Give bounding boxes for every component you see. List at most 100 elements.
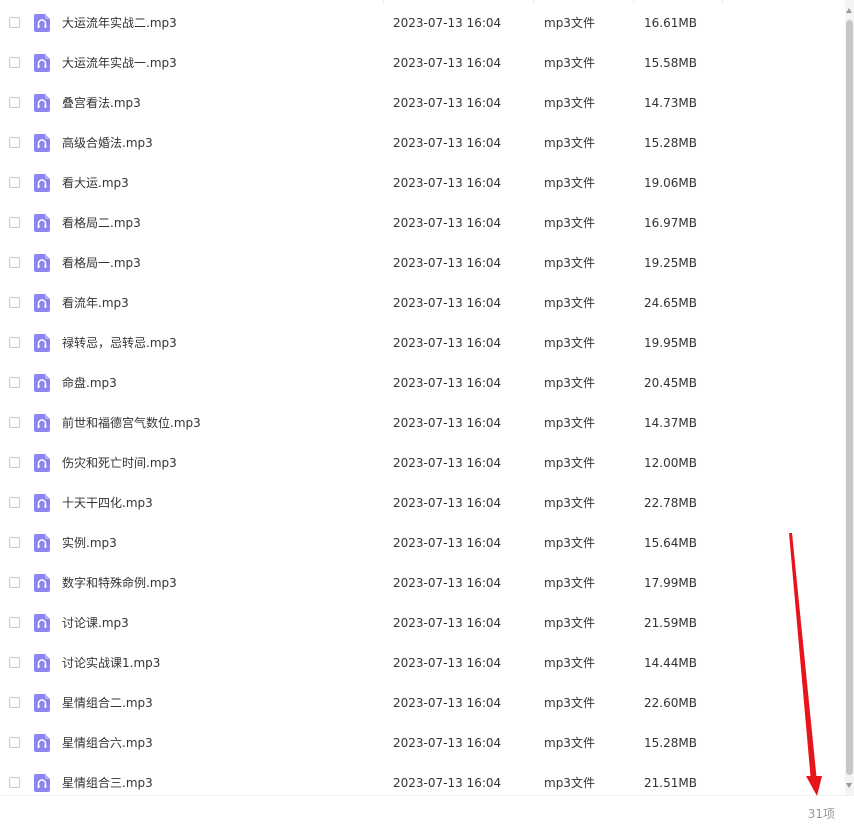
file-name[interactable]: 数字和特殊命例.mp3 (62, 563, 177, 603)
row-checkbox[interactable] (9, 657, 20, 668)
row-checkbox[interactable] (9, 337, 20, 348)
audio-file-icon (34, 254, 50, 272)
file-name[interactable]: 讨论实战课1.mp3 (62, 643, 160, 683)
file-name[interactable]: 看大运.mp3 (62, 163, 129, 203)
file-size: 12.00MB (644, 456, 697, 470)
file-size: 19.95MB (644, 336, 697, 350)
table-row[interactable]: 看格局一.mp3 2023-07-13 16:04 mp3文件 19.25MB (0, 243, 845, 283)
table-row[interactable]: 星情组合二.mp3 2023-07-13 16:04 mp3文件 22.60MB (0, 683, 845, 723)
table-row[interactable]: 讨论实战课1.mp3 2023-07-13 16:04 mp3文件 14.44MB (0, 643, 845, 683)
table-row[interactable]: 星情组合三.mp3 2023-07-13 16:04 mp3文件 21.51MB (0, 763, 845, 795)
table-row[interactable]: 看格局二.mp3 2023-07-13 16:04 mp3文件 16.97MB (0, 203, 845, 243)
file-name[interactable]: 叠宫看法.mp3 (62, 83, 141, 123)
audio-file-icon (34, 614, 50, 632)
scroll-down-arrow-icon[interactable] (846, 783, 852, 788)
file-type: mp3文件 (544, 56, 595, 70)
file-type: mp3文件 (544, 96, 595, 110)
file-name[interactable]: 禄转忌，忌转忌.mp3 (62, 323, 177, 363)
audio-file-icon (34, 454, 50, 472)
file-list: 大运流年实战二.mp3 2023-07-13 16:04 mp3文件 16.61MB 大… (0, 0, 845, 795)
file-modified-date: 2023-07-13 16:04 (393, 696, 502, 710)
file-modified-date: 2023-07-13 16:04 (393, 776, 502, 790)
audio-file-icon (34, 694, 50, 712)
file-size: 19.06MB (644, 176, 697, 190)
table-row[interactable]: 叠宫看法.mp3 2023-07-13 16:04 mp3文件 14.73MB (0, 83, 845, 123)
file-name[interactable]: 星情组合二.mp3 (62, 683, 153, 723)
status-footer: 31项 (0, 795, 854, 829)
file-modified-date: 2023-07-13 16:04 (393, 56, 502, 70)
table-row[interactable]: 命盘.mp3 2023-07-13 16:04 mp3文件 20.45MB (0, 363, 845, 403)
row-checkbox[interactable] (9, 577, 20, 588)
file-size: 15.28MB (644, 736, 697, 750)
row-checkbox[interactable] (9, 457, 20, 468)
file-size: 14.37MB (644, 416, 697, 430)
row-checkbox[interactable] (9, 737, 20, 748)
table-row[interactable]: 十天干四化.mp3 2023-07-13 16:04 mp3文件 22.78MB (0, 483, 845, 523)
file-type: mp3文件 (544, 16, 595, 30)
row-checkbox[interactable] (9, 97, 20, 108)
file-size: 22.78MB (644, 496, 697, 510)
audio-file-icon (34, 94, 50, 112)
row-checkbox[interactable] (9, 417, 20, 428)
audio-file-icon (34, 54, 50, 72)
audio-file-icon (34, 174, 50, 192)
table-row[interactable]: 讨论课.mp3 2023-07-13 16:04 mp3文件 21.59MB (0, 603, 845, 643)
file-name[interactable]: 看流年.mp3 (62, 283, 129, 323)
row-checkbox[interactable] (9, 217, 20, 228)
vertical-scrollbar[interactable] (845, 0, 854, 795)
file-name[interactable]: 大运流年实战一.mp3 (62, 43, 177, 83)
table-row[interactable]: 数字和特殊命例.mp3 2023-07-13 16:04 mp3文件 17.99MB (0, 563, 845, 603)
file-type: mp3文件 (544, 776, 595, 790)
file-type: mp3文件 (544, 136, 595, 150)
item-count: 31项 (807, 807, 835, 821)
audio-file-icon (34, 414, 50, 432)
table-row[interactable]: 前世和福德宫气数位.mp3 2023-07-13 16:04 mp3文件 14.37M… (0, 403, 845, 443)
file-name[interactable]: 前世和福德宫气数位.mp3 (62, 403, 201, 443)
table-row[interactable]: 禄转忌，忌转忌.mp3 2023-07-13 16:04 mp3文件 19.95MB (0, 323, 845, 363)
row-checkbox[interactable] (9, 137, 20, 148)
row-checkbox[interactable] (9, 257, 20, 268)
table-row[interactable]: 伤灾和死亡时间.mp3 2023-07-13 16:04 mp3文件 12.00MB (0, 443, 845, 483)
file-modified-date: 2023-07-13 16:04 (393, 376, 502, 390)
table-row[interactable]: 高级合婚法.mp3 2023-07-13 16:04 mp3文件 15.28MB (0, 123, 845, 163)
scroll-up-arrow-icon[interactable] (846, 8, 852, 13)
file-name[interactable]: 看格局二.mp3 (62, 203, 141, 243)
file-name[interactable]: 星情组合六.mp3 (62, 723, 153, 763)
file-type: mp3文件 (544, 216, 595, 230)
row-checkbox[interactable] (9, 17, 20, 28)
table-row[interactable]: 看大运.mp3 2023-07-13 16:04 mp3文件 19.06MB (0, 163, 845, 203)
file-name[interactable]: 星情组合三.mp3 (62, 763, 153, 795)
scrollbar-thumb[interactable] (846, 20, 853, 775)
table-row[interactable]: 星情组合六.mp3 2023-07-13 16:04 mp3文件 15.28MB (0, 723, 845, 763)
row-checkbox[interactable] (9, 537, 20, 548)
file-type: mp3文件 (544, 376, 595, 390)
file-name[interactable]: 讨论课.mp3 (62, 603, 129, 643)
table-row[interactable]: 大运流年实战一.mp3 2023-07-13 16:04 mp3文件 15.58MB (0, 43, 845, 83)
row-checkbox[interactable] (9, 617, 20, 628)
file-name[interactable]: 实例.mp3 (62, 523, 117, 563)
row-checkbox[interactable] (9, 777, 20, 788)
file-name[interactable]: 命盘.mp3 (62, 363, 117, 403)
file-modified-date: 2023-07-13 16:04 (393, 336, 502, 350)
table-row[interactable]: 大运流年实战二.mp3 2023-07-13 16:04 mp3文件 16.61MB (0, 3, 845, 43)
row-checkbox[interactable] (9, 377, 20, 388)
row-checkbox[interactable] (9, 497, 20, 508)
file-modified-date: 2023-07-13 16:04 (393, 576, 502, 590)
row-checkbox[interactable] (9, 697, 20, 708)
row-checkbox[interactable] (9, 57, 20, 68)
file-name[interactable]: 伤灾和死亡时间.mp3 (62, 443, 177, 483)
audio-file-icon (34, 574, 50, 592)
file-name[interactable]: 看格局一.mp3 (62, 243, 141, 283)
row-checkbox[interactable] (9, 177, 20, 188)
file-name[interactable]: 大运流年实战二.mp3 (62, 3, 177, 43)
file-size: 19.25MB (644, 256, 697, 270)
table-row[interactable]: 实例.mp3 2023-07-13 16:04 mp3文件 15.64MB (0, 523, 845, 563)
file-size: 15.58MB (644, 56, 697, 70)
file-type: mp3文件 (544, 736, 595, 750)
row-checkbox[interactable] (9, 297, 20, 308)
file-size: 22.60MB (644, 696, 697, 710)
file-modified-date: 2023-07-13 16:04 (393, 536, 502, 550)
file-name[interactable]: 高级合婚法.mp3 (62, 123, 153, 163)
file-name[interactable]: 十天干四化.mp3 (62, 483, 153, 523)
table-row[interactable]: 看流年.mp3 2023-07-13 16:04 mp3文件 24.65MB (0, 283, 845, 323)
